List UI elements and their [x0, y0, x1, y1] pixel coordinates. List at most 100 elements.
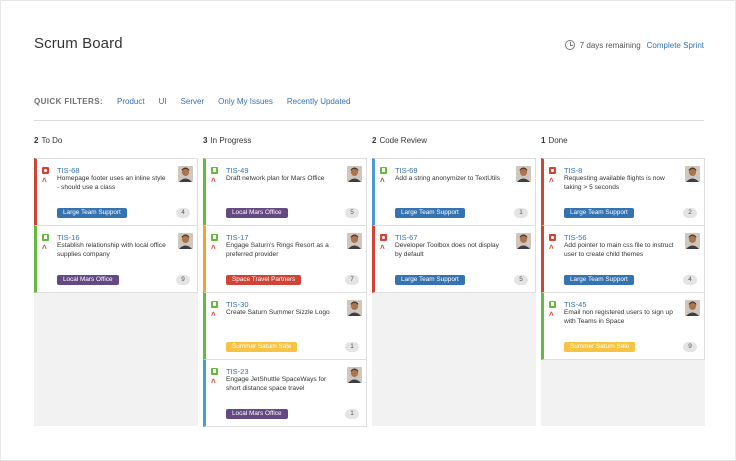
assignee-avatar	[685, 300, 700, 316]
issue-card[interactable]: ˄ TIS-23 Engage JetShuttle SpaceWays for s…	[203, 359, 367, 427]
issue-summary: Engage Saturn's Rings Resort as a prefer…	[226, 242, 329, 258]
priority-high-icon: ˄	[549, 176, 554, 185]
assignee-avatar	[516, 233, 531, 249]
estimate-badge: 2	[683, 208, 697, 218]
issue-key-link[interactable]: TIS-16	[57, 233, 80, 242]
issue-key-link[interactable]: TIS-8	[564, 166, 582, 175]
epic-label: Local Mars Office	[226, 409, 288, 419]
column-name: In Progress	[210, 136, 252, 145]
issue-summary: Homepage footer uses an inline style - s…	[57, 175, 166, 191]
issue-summary: Add a string anonymizer to TextUtils	[395, 175, 501, 182]
bug-type-icon	[549, 167, 556, 174]
estimate-badge: 1	[514, 208, 528, 218]
issue-key-link[interactable]: TIS-67	[395, 233, 418, 242]
filters-divider	[34, 120, 704, 121]
story-type-icon	[211, 234, 218, 241]
column-header-todo: 2 To Do	[34, 136, 62, 145]
issue-summary: Email non registered users to sign up wi…	[564, 309, 673, 325]
filter-only-my-issues[interactable]: Only My Issues	[218, 97, 273, 106]
column-code-review: ˄ TIS-69 Add a string anonymizer to TextUt…	[372, 158, 536, 426]
issue-card[interactable]: ˄ TIS-68 Homepage footer uses an inline st…	[34, 158, 198, 226]
assignee-avatar	[685, 233, 700, 249]
epic-label: Local Mars Office	[57, 275, 119, 285]
estimate-badge: 1	[345, 409, 359, 419]
priority-high-icon: ˄	[211, 243, 216, 252]
estimate-badge: 9	[683, 342, 697, 352]
issue-summary: Add pointer to main css file to instruct…	[564, 242, 674, 258]
issue-key-link[interactable]: TIS-56	[564, 233, 587, 242]
issue-card[interactable]: ˄ TIS-49 Draft network plan for Mars Offic…	[203, 158, 367, 226]
issue-card[interactable]: ˄ TIS-16 Establish relationship with local…	[34, 225, 198, 293]
priority-high-icon: ˄	[42, 243, 47, 252]
epic-label: Large Team Support	[564, 208, 634, 218]
epic-label: Large Team Support	[564, 275, 634, 285]
story-type-icon	[549, 301, 556, 308]
assignee-avatar	[178, 166, 193, 182]
issue-key-link[interactable]: TIS-17	[226, 233, 249, 242]
story-type-icon	[211, 301, 218, 308]
assignee-avatar	[178, 233, 193, 249]
epic-label: Space Travel Partners	[226, 275, 302, 285]
priority-high-icon: ˄	[549, 243, 554, 252]
column-name: Done	[548, 136, 568, 145]
issue-card[interactable]: ˄ TIS-8 Requesting available flights is no…	[541, 158, 705, 226]
issue-key-link[interactable]: TIS-49	[226, 166, 249, 175]
assignee-avatar	[516, 166, 531, 182]
epic-label: Summer Saturn Sale	[564, 342, 636, 352]
priority-high-icon: ˄	[380, 176, 385, 185]
issue-key-link[interactable]: TIS-30	[226, 300, 249, 309]
column-done: ˄ TIS-8 Requesting available flights is no…	[541, 158, 705, 426]
issue-summary: Create Saturn Summer Sizzle Logo	[226, 309, 330, 316]
issue-key-link[interactable]: TIS-68	[57, 166, 80, 175]
epic-label: Summer Saturn Sale	[226, 342, 298, 352]
issue-card[interactable]: ˄ TIS-30 Create Saturn Summer Sizzle Logo S…	[203, 292, 367, 360]
issue-card[interactable]: ˄ TIS-67 Developer Toolbox does not displa…	[372, 225, 536, 293]
complete-sprint-link[interactable]: Complete Sprint	[647, 41, 704, 50]
story-type-icon	[380, 167, 387, 174]
issue-key-link[interactable]: TIS-23	[226, 367, 249, 376]
issue-card[interactable]: ˄ TIS-69 Add a string anonymizer to TextUt…	[372, 158, 536, 226]
column-header-code-review: 2 Code Review	[372, 136, 427, 145]
priority-high-icon: ˄	[211, 377, 216, 386]
story-type-icon	[42, 234, 49, 241]
bug-type-icon	[380, 234, 387, 241]
estimate-badge: 1	[345, 342, 359, 352]
assignee-avatar	[347, 166, 362, 182]
estimate-badge: 5	[345, 208, 359, 218]
priority-high-icon: ˄	[380, 243, 385, 252]
days-remaining: 7 days remaining	[579, 40, 641, 50]
epic-label: Large Team Support	[395, 275, 465, 285]
assignee-avatar	[685, 166, 700, 182]
filter-ui[interactable]: UI	[159, 97, 167, 106]
priority-high-icon: ˄	[211, 176, 216, 185]
column-todo: ˄ TIS-68 Homepage footer uses an inline st…	[34, 158, 198, 426]
quick-filters-label: QUICK FILTERS:	[34, 97, 104, 106]
issue-summary: Requesting available flights is now taki…	[564, 175, 665, 191]
estimate-badge: 4	[683, 275, 697, 285]
issue-key-link[interactable]: TIS-69	[395, 166, 418, 175]
column-count: 2	[372, 136, 377, 145]
filter-server[interactable]: Server	[181, 97, 205, 106]
column-count: 2	[34, 136, 39, 145]
estimate-badge: 7	[345, 275, 359, 285]
sprint-status: 7 days remaining Complete Sprint	[564, 40, 704, 50]
assignee-avatar	[347, 367, 362, 383]
issue-card[interactable]: ˄ TIS-56 Add pointer to main css file to i…	[541, 225, 705, 293]
filter-product[interactable]: Product	[117, 97, 145, 106]
issue-key-link[interactable]: TIS-45	[564, 300, 587, 309]
filter-recently-updated[interactable]: Recently Updated	[287, 97, 351, 106]
issue-card[interactable]: ˄ TIS-17 Engage Saturn's Rings Resort as a…	[203, 225, 367, 293]
epic-label: Large Team Support	[57, 208, 127, 218]
estimate-badge: 9	[176, 275, 190, 285]
bug-type-icon	[42, 167, 49, 174]
clock-icon	[564, 40, 575, 50]
estimate-badge: 4	[176, 208, 190, 218]
bug-type-icon	[549, 234, 556, 241]
column-header-done: 1 Done	[541, 136, 568, 145]
quick-filters: QUICK FILTERS: Product UI Server Only My…	[34, 97, 364, 106]
issue-card[interactable]: ˄ TIS-45 Email non registered users to sig…	[541, 292, 705, 360]
column-name: To Do	[41, 136, 63, 145]
issue-summary: Draft network plan for Mars Office	[226, 175, 325, 182]
story-type-icon	[211, 368, 218, 375]
estimate-badge: 5	[514, 275, 528, 285]
